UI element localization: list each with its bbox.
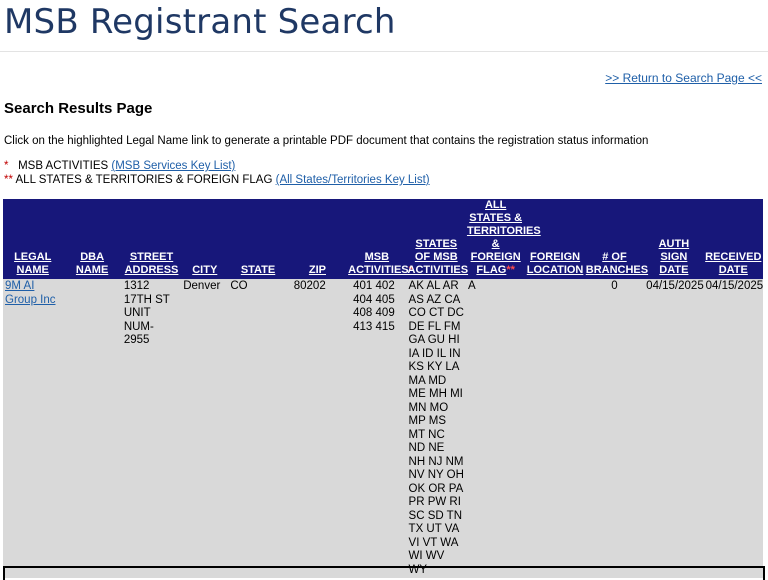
cell-state: CO [228, 279, 288, 578]
msb-services-key-link[interactable]: (MSB Services Key List) [111, 160, 235, 172]
col-foreign-location[interactable]: FOREIGN LOCATION [525, 199, 585, 279]
col-state[interactable]: STATE [228, 199, 288, 279]
col-received-date[interactable]: RECEIVED DATE [703, 199, 763, 279]
col-auth-sign-date[interactable]: AUTH SIGN DATE [644, 199, 704, 279]
legend-msb-activities: * MSB ACTIVITIES (MSB Services Key List) [4, 160, 235, 172]
cell-states-of-activities: AK AL AR AS AZ CA CO CT DC DE FL FM GA G… [406, 279, 466, 578]
cell-all-states-flag: A [465, 279, 526, 578]
cell-dba-name [62, 279, 122, 578]
col-states-of-activities[interactable]: STATES OF MSB ACTIVITIES [406, 199, 468, 279]
cell-city: Denver [181, 279, 229, 578]
instructions-text: Click on the highlighted Legal Name link… [4, 135, 649, 147]
col-dba-name[interactable]: DBA NAME [62, 199, 122, 279]
col-msb-activities[interactable]: MSB ACTIVITIES* [347, 199, 413, 279]
next-section-frame [3, 566, 765, 580]
col-branches[interactable]: # OF BRANCHES [584, 199, 648, 279]
required-star: ** [506, 264, 515, 276]
return-to-search-link[interactable]: >> Return to Search Page << [605, 71, 762, 85]
col-city[interactable]: CITY [181, 199, 229, 279]
col-all-states-flag[interactable]: ALL STATES & TERRITORIES & FOREIGN FLAG*… [465, 199, 541, 279]
col-legal-name[interactable]: LEGAL NAME [3, 199, 63, 279]
table-header-row: LEGAL NAME DBA NAME STREET ADDRESS CITY … [3, 199, 763, 279]
cell-legal-name: 9M AI Group Inc [3, 279, 63, 578]
results-table: LEGAL NAME DBA NAME STREET ADDRESS CITY … [3, 199, 763, 578]
cell-foreign-location [525, 279, 585, 578]
legend-msb-label: MSB ACTIVITIES [18, 160, 109, 172]
cell-auth-sign-date: 04/15/2025 [644, 279, 704, 578]
cell-received-date: 04/15/2025 [703, 279, 763, 578]
required-star: * [4, 160, 9, 172]
title-divider [0, 51, 768, 52]
required-star: ** [4, 174, 13, 186]
cell-street-address: 1312 17TH ST UNIT NUM-2955 [121, 279, 182, 578]
col-zip[interactable]: ZIP [287, 199, 348, 279]
results-heading: Search Results Page [4, 100, 153, 117]
all-states-key-link[interactable]: (All States/Territories Key List) [276, 174, 430, 186]
legend-all-states: ** ALL STATES & TERRITORIES & FOREIGN FL… [4, 174, 430, 186]
table-row: 9M AI Group Inc 1312 17TH ST UNIT NUM-29… [3, 279, 763, 578]
cell-branches: 0 [584, 279, 645, 578]
legal-name-link[interactable]: 9M AI Group Inc [5, 280, 56, 306]
cell-msb-activities: 401 402 404 405 408 409 413 415 [347, 279, 407, 578]
cell-zip: 80202 [287, 279, 348, 578]
legend-all-states-label: ALL STATES & TERRITORIES & FOREIGN FLAG [15, 174, 273, 186]
page-title: MSB Registrant Search [4, 2, 396, 42]
col-street-address[interactable]: STREET ADDRESS [121, 199, 182, 279]
